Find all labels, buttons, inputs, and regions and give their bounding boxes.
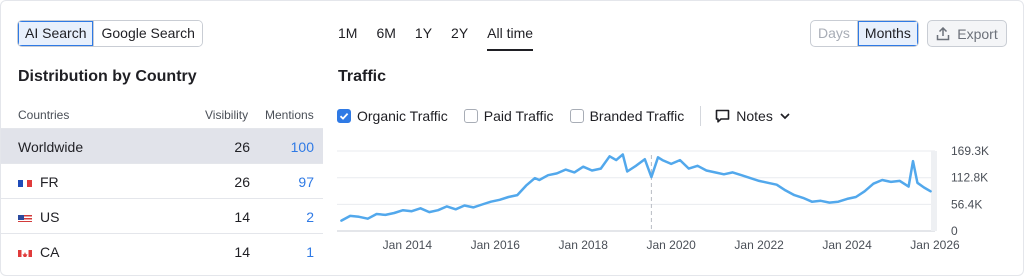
organic-traffic-line [340,153,932,222]
mentions-link[interactable]: 100 [291,139,314,155]
x-tick-label: Jan 2016 [471,238,521,252]
france-flag-icon [18,177,32,187]
months-button[interactable]: Months [856,21,918,46]
country-row-us[interactable]: US 14 2 [1,198,323,233]
visibility-value: 26 [234,139,250,155]
period-all-time[interactable]: All time [487,20,533,51]
period-1y[interactable]: 1Y [415,20,432,46]
checkbox-unchecked-icon [463,109,478,123]
legend-divider [700,106,702,126]
notes-label: Notes [736,108,773,124]
mentions-link[interactable]: 97 [298,174,314,190]
x-tick-label: Jan 2026 [910,238,960,252]
traffic-title: Traffic [338,68,387,85]
country-row-worldwide[interactable]: Worldwide 26 100 [1,128,323,163]
checkbox-checked-icon [337,109,351,123]
country-name: CA [40,244,60,260]
x-tick-label: Jan 2022 [734,238,784,252]
branded-traffic-checkbox[interactable]: Branded Traffic [569,108,685,124]
country-row-ca[interactable]: CA 14 1 [1,233,323,268]
ai-search-button[interactable]: AI Search [18,21,94,46]
country-name: FR [40,174,59,190]
search-source-toggle: AI Search Google Search [17,20,203,47]
paid-traffic-label: Paid Traffic [483,108,554,124]
chevron-down-icon [780,113,790,120]
traffic-legend: Organic Traffic Paid Traffic Branded Tra… [337,105,791,127]
visibility-header: Visibility [205,108,249,122]
y-tick-label: 56.4K [951,197,982,211]
checkbox-unchecked-icon [569,109,584,123]
distribution-title: Distribution by Country [18,68,197,85]
y-tick-label: 112.8K [951,171,988,185]
period-1m[interactable]: 1M [338,20,357,46]
country-name: US [40,209,60,225]
organic-traffic-checkbox[interactable]: Organic Traffic [337,108,448,124]
visibility-value: 14 [234,244,250,260]
y-tick-label: 0 [951,224,958,238]
organic-traffic-label: Organic Traffic [357,108,448,124]
period-tabs: 1M 6M 1Y 2Y All time [338,20,552,51]
x-tick-label: Jan 2020 [646,238,696,252]
branded-traffic-label: Branded Traffic [589,108,685,124]
y-tick-label: 169.3K [951,144,989,158]
traffic-chart: 0 56.4K 112.8K 169.3K Jan 2014 Jan 2016 Jan 20… [337,144,989,252]
x-tick-label: Jan 2014 [383,238,433,252]
traffic-widget: AI Search Google Search 1M 6M 1Y 2Y All … [0,0,1024,276]
x-tick-label: Jan 2024 [822,238,872,252]
visibility-value: 26 [234,174,250,190]
mentions-header: Mentions [265,108,314,122]
google-search-button[interactable]: Google Search [93,21,202,46]
countries-header: Countries [18,108,70,122]
mentions-link[interactable]: 1 [306,244,314,260]
country-table-header: Countries Visibility Mentions [1,105,323,127]
country-name: Worldwide [18,139,84,155]
paid-traffic-checkbox[interactable]: Paid Traffic [463,108,554,124]
export-button[interactable]: Export [927,20,1007,47]
granularity-toggle: Days Months [810,20,919,47]
visibility-value: 14 [234,209,250,225]
period-2y[interactable]: 2Y [451,20,468,46]
incomplete-period-band [931,151,937,231]
mentions-link[interactable]: 2 [306,209,314,225]
notes-dropdown[interactable]: Notes [715,108,791,124]
us-flag-icon [18,212,32,222]
period-6m[interactable]: 6M [376,20,395,46]
export-label: Export [957,25,998,42]
days-button[interactable]: Days [811,21,857,46]
upload-icon [937,26,950,40]
x-tick-label: Jan 2018 [559,238,609,252]
country-row-fr[interactable]: FR 26 97 [1,163,323,198]
comment-icon [715,109,730,123]
canada-flag-icon [18,247,32,257]
